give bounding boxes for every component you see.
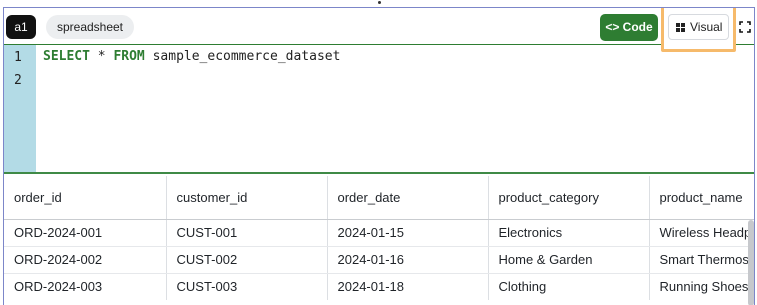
code-table-name: sample_ecommerce_dataset [144,49,341,64]
fullscreen-icon[interactable] [739,21,751,33]
line-number-gutter: 1 2 [4,45,36,172]
table-cell[interactable]: Clothing [488,273,650,300]
table-cell[interactable]: 2024-01-16 [327,246,489,274]
table-row[interactable]: ORD-2024-003 CUST-003 2024-01-18 Clothin… [4,273,754,300]
table-cell[interactable]: 2024-01-15 [327,219,489,247]
table-cell[interactable]: CUST-002 [166,246,328,274]
table-cell[interactable]: Wireless Headphones [649,219,754,247]
cell-id-badge[interactable]: a1 [6,15,36,39]
visual-button-label: Visual [690,20,723,34]
column-header[interactable]: order_date [327,176,489,220]
keyword-from: FROM [113,49,145,64]
table-cell[interactable]: ORD-2024-002 [4,246,167,274]
code-star: * [89,49,114,64]
table-header-row: order_id customer_id order_date product_… [4,176,754,220]
drag-handle-dot[interactable] [378,1,381,4]
column-header[interactable]: customer_id [166,176,328,220]
code-line-1[interactable]: SELECT * FROM sample_ecommerce_dataset [43,49,340,64]
table-row[interactable]: ORD-2024-002 CUST-002 2024-01-16 Home & … [4,246,754,274]
keyword-select: SELECT [43,49,90,64]
result-table: order_id customer_id order_date product_… [4,176,754,305]
table-cell[interactable]: Electronics [488,219,650,247]
line-number: 2 [14,73,22,88]
code-button-label: Code [622,20,653,34]
cell-header: a1 spreadsheet <> Code Visual [4,8,754,52]
table-cell[interactable]: Smart Thermostat [649,246,754,274]
table-cell[interactable]: CUST-003 [166,273,328,300]
sql-cell: a1 spreadsheet <> Code Visual 1 2 SELECT… [3,7,755,305]
table-cell[interactable]: Home & Garden [488,246,650,274]
table-row[interactable]: ORD-2024-001 CUST-001 2024-01-15 Electro… [4,219,754,247]
line-number: 1 [14,50,22,65]
table-cell[interactable]: ORD-2024-001 [4,219,167,247]
sql-editor[interactable]: 1 2 SELECT * FROM sample_ecommerce_datas… [4,45,754,174]
grid-icon [676,23,685,32]
column-header[interactable]: product_name [649,176,754,220]
table-cell[interactable]: 2024-01-18 [327,273,489,300]
code-view-button[interactable]: <> Code [600,14,658,41]
table-cell[interactable]: CUST-001 [166,219,328,247]
visual-view-button[interactable]: Visual [668,14,729,40]
column-header[interactable]: product_category [488,176,650,220]
cell-type-pill[interactable]: spreadsheet [46,15,134,39]
table-cell[interactable]: ORD-2024-003 [4,273,167,300]
code-icon: <> [605,20,620,34]
column-header[interactable]: order_id [4,176,167,220]
table-scrollbar[interactable] [748,220,754,305]
table-cell[interactable]: Running Shoes [649,273,754,300]
